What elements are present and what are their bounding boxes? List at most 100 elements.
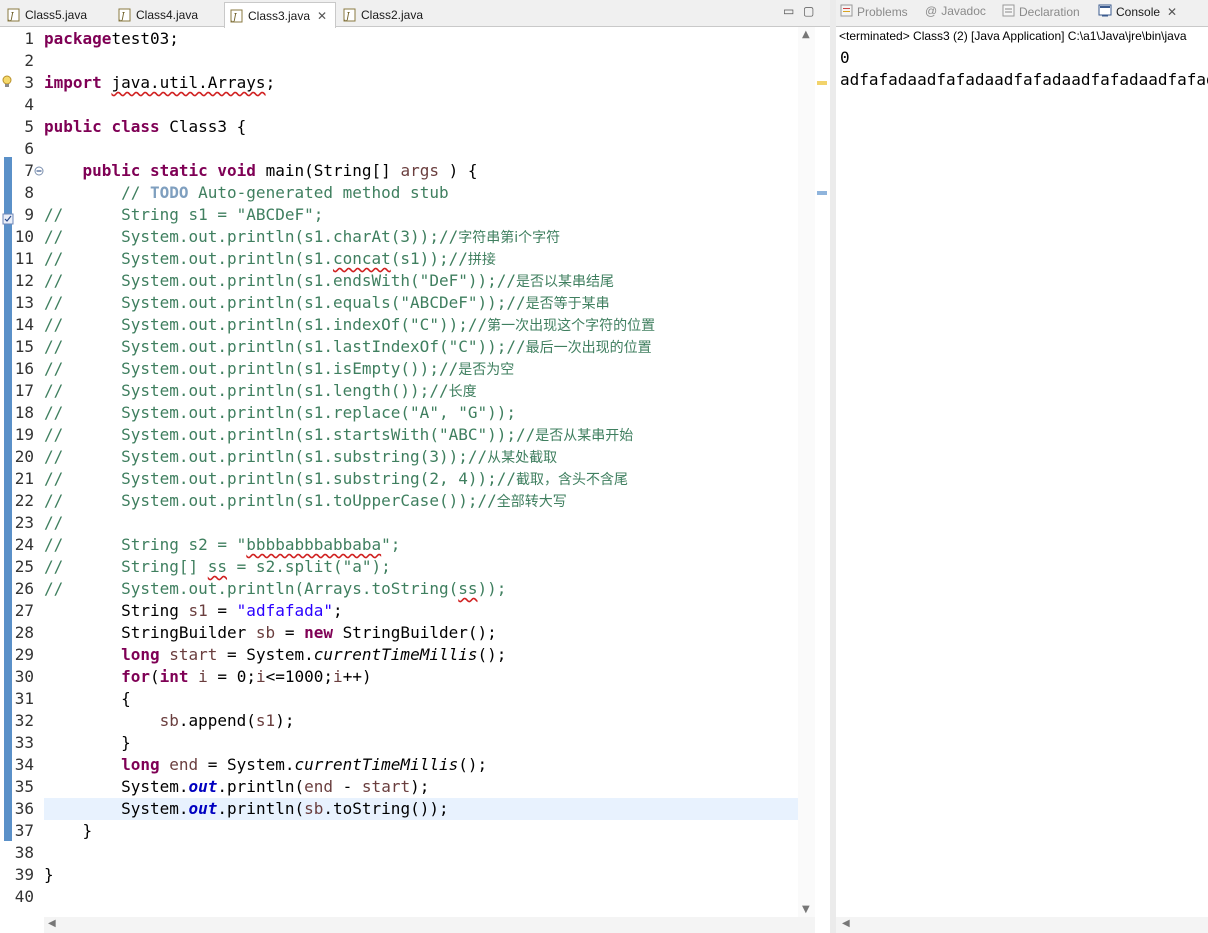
tab-declaration[interactable]: Declaration bbox=[1002, 4, 1080, 20]
line-number: 9 bbox=[24, 205, 34, 224]
code-line[interactable]: StringBuilder sb = new StringBuilder(); bbox=[44, 622, 497, 644]
code-line[interactable]: // String s2 = "bbbbabbbabbaba"; bbox=[44, 534, 400, 556]
line-number: 25 bbox=[14, 557, 34, 576]
line-number: 39 bbox=[14, 865, 34, 884]
line-number: 37 bbox=[14, 821, 34, 840]
code-line[interactable]: sb.append(s1); bbox=[44, 710, 295, 732]
code-line[interactable]: // System.out.println(s1.equals("ABCDeF"… bbox=[44, 292, 610, 314]
line-number: 35 bbox=[14, 777, 34, 796]
minimize-icon[interactable]: ▭ bbox=[783, 4, 794, 18]
maximize-icon[interactable]: ▢ bbox=[803, 4, 814, 18]
code-line[interactable]: { bbox=[44, 688, 131, 710]
tab-label: Class2.java bbox=[361, 7, 424, 22]
code-line[interactable]: // TODO Auto-generated method stub bbox=[44, 182, 449, 204]
tab-label: Problems bbox=[857, 5, 908, 19]
tab-class4[interactable]: J Class4.java bbox=[113, 2, 221, 27]
code-line[interactable]: // System.out.println(s1.isEmpty());//是否… bbox=[44, 358, 514, 380]
code-line[interactable]: // System.out.println(s1.startsWith("ABC… bbox=[44, 424, 633, 446]
scroll-up-arrow-icon[interactable]: ▲ bbox=[802, 29, 810, 40]
code-line[interactable]: System.out.println(sb.toString()); bbox=[44, 798, 798, 820]
code-line[interactable]: // System.out.println(s1.substring(3));/… bbox=[44, 446, 557, 468]
code-line[interactable]: long start = System.currentTimeMillis(); bbox=[44, 644, 506, 666]
code-line[interactable]: public class Class3 { bbox=[44, 116, 246, 138]
tab-class3[interactable]: J Class3.java ✕ bbox=[224, 2, 336, 28]
line-number: 17 bbox=[14, 381, 34, 400]
line-number: 33 bbox=[14, 733, 34, 752]
line-number: 22 bbox=[14, 491, 34, 510]
java-file-icon: J bbox=[343, 8, 356, 22]
code-line[interactable]: long end = System.currentTimeMillis(); bbox=[44, 754, 487, 776]
console-horizontal-scrollbar[interactable]: ◀ bbox=[836, 917, 1208, 933]
tab-class2[interactable]: J Class2.java bbox=[338, 2, 446, 27]
editor-vertical-scrollbar[interactable]: ▲ ▼ bbox=[798, 27, 815, 917]
line-number: 12 bbox=[14, 271, 34, 290]
line-number: 40 bbox=[14, 887, 34, 906]
scroll-left-arrow-icon[interactable]: ◀ bbox=[842, 918, 850, 929]
line-number: 34 bbox=[14, 755, 34, 774]
code-area[interactable]: packagetest03; import java.util.Arrays; pu… bbox=[44, 27, 798, 917]
code-line[interactable]: import java.util.Arrays; bbox=[44, 72, 275, 94]
code-line[interactable]: String s1 = "adfafada"; bbox=[44, 600, 343, 622]
code-line[interactable]: // System.out.println(Arrays.toString(ss… bbox=[44, 578, 506, 600]
tab-label: Class5.java bbox=[25, 7, 88, 22]
tab-class5[interactable]: J Class5.java bbox=[2, 2, 110, 27]
line-number: 6 bbox=[24, 139, 34, 158]
code-line[interactable]: public static void main(String[] args ) … bbox=[44, 160, 478, 182]
code-line[interactable]: // String[] ss = s2.split("a"); bbox=[44, 556, 391, 578]
tab-problems[interactable]: Problems bbox=[840, 4, 908, 20]
warning-marker[interactable] bbox=[817, 81, 827, 85]
tab-javadoc[interactable]: @ Javadoc bbox=[925, 4, 986, 18]
code-line[interactable]: // String s1 = "ABCDeF"; bbox=[44, 204, 323, 226]
line-number: 13 bbox=[14, 293, 34, 312]
scroll-down-arrow-icon[interactable]: ▼ bbox=[802, 904, 810, 915]
code-line[interactable]: // bbox=[44, 512, 63, 534]
tab-console[interactable]: Console ✕ bbox=[1098, 4, 1177, 20]
code-line[interactable]: } bbox=[44, 820, 93, 842]
code-line[interactable]: System.out.println(end - start); bbox=[44, 776, 429, 798]
console-pane: Problems @ Javadoc Declaration Console ✕… bbox=[836, 0, 1208, 933]
tab-label: Console bbox=[1116, 5, 1161, 19]
tab-label: Class3.java bbox=[248, 8, 311, 23]
editor-horizontal-scrollbar[interactable]: ◀ bbox=[44, 917, 815, 933]
line-number: 3 bbox=[24, 73, 34, 92]
line-number: 7 bbox=[24, 161, 34, 180]
code-line[interactable]: // System.out.println(s1.toUpperCase());… bbox=[44, 490, 567, 512]
line-number: 14 bbox=[14, 315, 34, 334]
code-line[interactable]: } bbox=[44, 732, 131, 754]
line-number: 26 bbox=[14, 579, 34, 598]
line-number: 19 bbox=[14, 425, 34, 444]
close-icon[interactable]: ✕ bbox=[1167, 5, 1177, 19]
code-line[interactable]: // System.out.println(s1.endsWith("DeF")… bbox=[44, 270, 614, 292]
line-number: 8 bbox=[24, 183, 34, 202]
line-number: 24 bbox=[14, 535, 34, 554]
code-line[interactable]: // System.out.println(s1.lastIndexOf("C"… bbox=[44, 336, 652, 358]
line-number: 36 bbox=[14, 799, 34, 818]
task-marker[interactable] bbox=[817, 191, 827, 195]
code-line[interactable]: // System.out.println(s1.replace("A", "G… bbox=[44, 402, 516, 424]
console-output-line: adfafadaadfafadaadfafadaadfafadaadfafada… bbox=[840, 70, 1208, 89]
line-number: 28 bbox=[14, 623, 34, 642]
code-line[interactable]: // System.out.println(s1.charAt(3));//字符… bbox=[44, 226, 560, 248]
java-file-icon: J bbox=[7, 8, 20, 22]
line-number: 27 bbox=[14, 601, 34, 620]
console-icon bbox=[1098, 4, 1112, 20]
overview-ruler[interactable] bbox=[815, 27, 830, 933]
line-number: 10 bbox=[14, 227, 34, 246]
fold-collapse-icon[interactable] bbox=[34, 166, 44, 176]
line-number: 5 bbox=[24, 117, 34, 136]
code-line[interactable]: packagetest03; bbox=[44, 28, 179, 50]
code-line[interactable]: // System.out.println(s1.substring(2, 4)… bbox=[44, 468, 628, 490]
console-tab-bar: Problems @ Javadoc Declaration Console ✕ bbox=[836, 0, 1208, 27]
code-line[interactable]: // System.out.println(s1.concat(s1));//拼… bbox=[44, 248, 496, 270]
code-line[interactable]: } bbox=[44, 864, 54, 886]
editor-pane: J Class5.java J Class4.java J Class3.jav… bbox=[0, 0, 830, 933]
close-icon[interactable]: ✕ bbox=[317, 9, 327, 23]
tab-label: Javadoc bbox=[941, 4, 986, 18]
code-line[interactable]: // System.out.println(s1.length());//长度 bbox=[44, 380, 477, 402]
console-status: <terminated> Class3 (2) [Java Applicatio… bbox=[839, 29, 1187, 43]
code-line[interactable]: // System.out.println(s1.indexOf("C"));/… bbox=[44, 314, 655, 336]
scroll-left-arrow-icon[interactable]: ◀ bbox=[48, 918, 56, 929]
java-file-icon: J bbox=[230, 9, 243, 23]
code-line[interactable]: for(int i = 0;i<=1000;i++) bbox=[44, 666, 372, 688]
tab-label: Class4.java bbox=[136, 7, 199, 22]
